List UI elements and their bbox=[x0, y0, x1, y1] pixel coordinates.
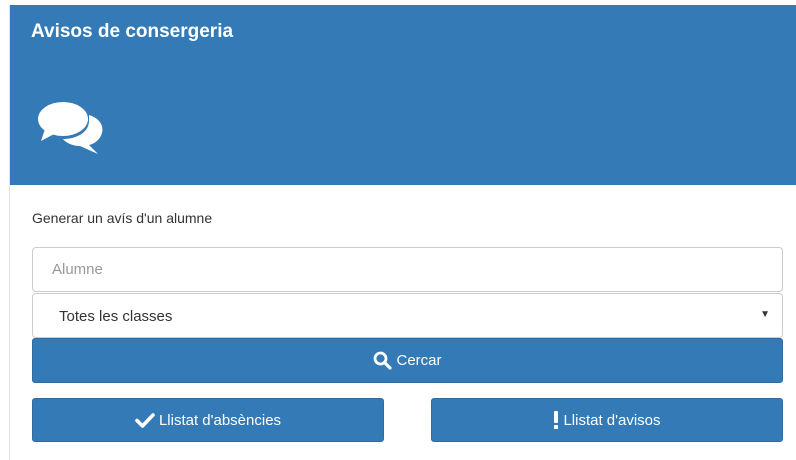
section-label: Generar un avís d'un alumne bbox=[32, 210, 213, 226]
class-select[interactable]: Totes les classes ▼ bbox=[32, 293, 783, 338]
notices-panel: Avisos de consergeria Generar un avís d'… bbox=[9, 5, 796, 460]
exclamation-icon bbox=[553, 411, 559, 429]
search-button[interactable]: Cercar bbox=[32, 338, 783, 383]
absences-list-button[interactable]: Llistat d'absències bbox=[32, 398, 384, 442]
search-icon bbox=[373, 351, 393, 370]
notices-list-button[interactable]: Llistat d'avisos bbox=[431, 398, 783, 442]
student-input[interactable] bbox=[32, 247, 783, 292]
comments-icon bbox=[38, 102, 103, 154]
caret-down-icon: ▼ bbox=[760, 309, 770, 320]
panel-body: Generar un avís d'un alumne Totes les cl… bbox=[10, 185, 796, 460]
panel-header: Avisos de consergeria bbox=[10, 5, 796, 185]
check-icon bbox=[135, 412, 155, 428]
search-button-label: Cercar bbox=[396, 352, 442, 369]
notices-list-label: Llistat d'avisos bbox=[563, 411, 661, 429]
panel-title: Avisos de consergeria bbox=[31, 21, 234, 42]
absences-list-label: Llistat d'absències bbox=[158, 411, 282, 429]
class-select-value: Totes les classes bbox=[59, 308, 173, 325]
